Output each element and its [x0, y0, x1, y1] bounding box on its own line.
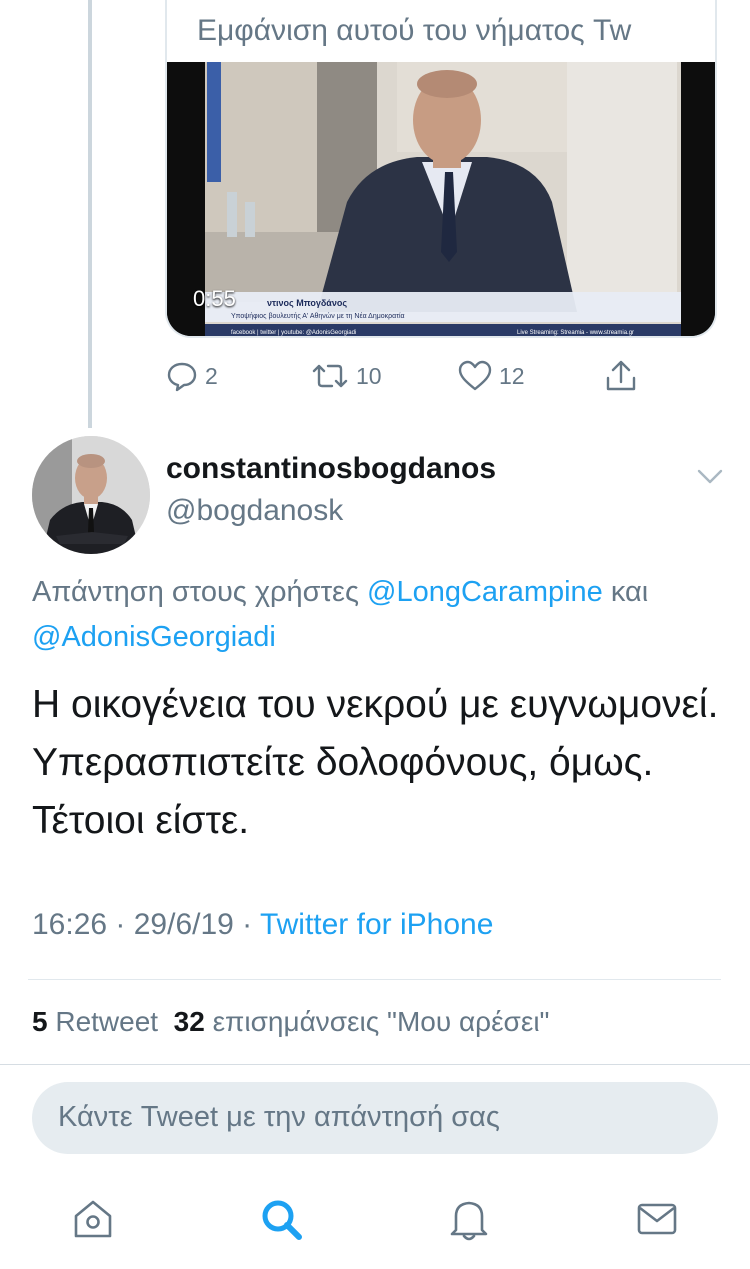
- reply-count: 2: [205, 362, 218, 389]
- heart-icon: [458, 360, 492, 391]
- mention-link-2[interactable]: @AdonisGeorgiadi: [32, 621, 276, 653]
- retweet-total[interactable]: 5: [32, 1006, 48, 1037]
- engagement-stats: 5 Retweet 32 επισημάνσεις "Μου αρέσει": [32, 1006, 549, 1038]
- reply-bar-divider: [0, 1064, 750, 1065]
- tweet-metadata: 16:26 · 29/6/19 · Twitter for iPhone: [32, 908, 493, 942]
- like-action[interactable]: 12: [457, 356, 525, 396]
- user-handle[interactable]: @bogdanosk: [166, 494, 343, 528]
- show-thread-label[interactable]: Εμφάνιση αυτού του νήματος Tw: [197, 14, 697, 48]
- retweet-count: 10: [356, 362, 382, 389]
- divider: [28, 979, 721, 980]
- avatar-photo: [32, 436, 150, 554]
- video-duration: 0:55: [193, 286, 236, 311]
- video-caption-sub: Υποψήφιος βουλευτής Α' Αθηνών με τη Νέα …: [231, 312, 405, 320]
- reply-action[interactable]: 2: [165, 356, 218, 396]
- avatar[interactable]: [32, 436, 150, 554]
- reply-context: Απάντηση στους χρήστες @LongCarampine κα…: [32, 570, 722, 660]
- reply-and: και: [602, 576, 649, 608]
- tweet-source-link[interactable]: Twitter for iPhone: [260, 908, 493, 941]
- messages-icon[interactable]: [632, 1194, 682, 1244]
- home-icon[interactable]: [68, 1194, 118, 1244]
- reply-icon: [167, 362, 197, 392]
- video-caption-name: ντινος Μπογδάνος: [267, 298, 347, 308]
- tweet-text: Η οικογένεια του νεκρού με ευγνωμονεί. Υ…: [32, 683, 719, 842]
- retweet-total-label[interactable]: Retweet: [48, 1006, 174, 1037]
- share-icon: [606, 360, 636, 391]
- share-action[interactable]: [603, 356, 645, 396]
- video-stream-label: Live Streaming: Streamia - www.streamia.…: [517, 330, 634, 336]
- video-thumbnail: ντινος Μπογδάνος Υποψήφιος βουλευτής Α' …: [167, 62, 715, 336]
- tweet-actions: 2 10 12: [165, 356, 645, 396]
- reply-input[interactable]: Κάντε Tweet με την απάντησή σας: [32, 1082, 718, 1154]
- video-caption-bar: facebook | twitter | youtube: @AdonisGeo…: [231, 330, 356, 336]
- tweet-timestamp: 16:26 · 29/6/19 ·: [32, 908, 260, 941]
- embedded-tweet-card[interactable]: Εμφάνιση αυτού του νήματος Tw ντινος Μπο…: [165, 0, 717, 338]
- bottom-tab-bar: [0, 1180, 750, 1269]
- reply-prefix: Απάντηση στους χρήστες: [32, 576, 368, 608]
- thread-connector-line: [88, 0, 92, 428]
- notifications-icon[interactable]: [444, 1194, 494, 1244]
- retweet-action[interactable]: 10: [310, 356, 382, 396]
- display-name[interactable]: constantinosbogdanos: [166, 452, 496, 486]
- like-count: 12: [499, 362, 525, 389]
- mention-link-1[interactable]: @LongCarampine: [367, 576, 603, 608]
- retweet-icon: [312, 364, 348, 388]
- chevron-down-icon[interactable]: [694, 462, 726, 490]
- reply-placeholder: Κάντε Tweet με την απάντησή σας: [58, 1101, 500, 1133]
- like-total-label[interactable]: επισημάνσεις "Μου αρέσει": [205, 1006, 550, 1037]
- like-total[interactable]: 32: [174, 1006, 205, 1037]
- search-icon[interactable]: [256, 1194, 306, 1244]
- video-player[interactable]: ντινος Μπογδάνος Υποψήφιος βουλευτής Α' …: [167, 62, 715, 336]
